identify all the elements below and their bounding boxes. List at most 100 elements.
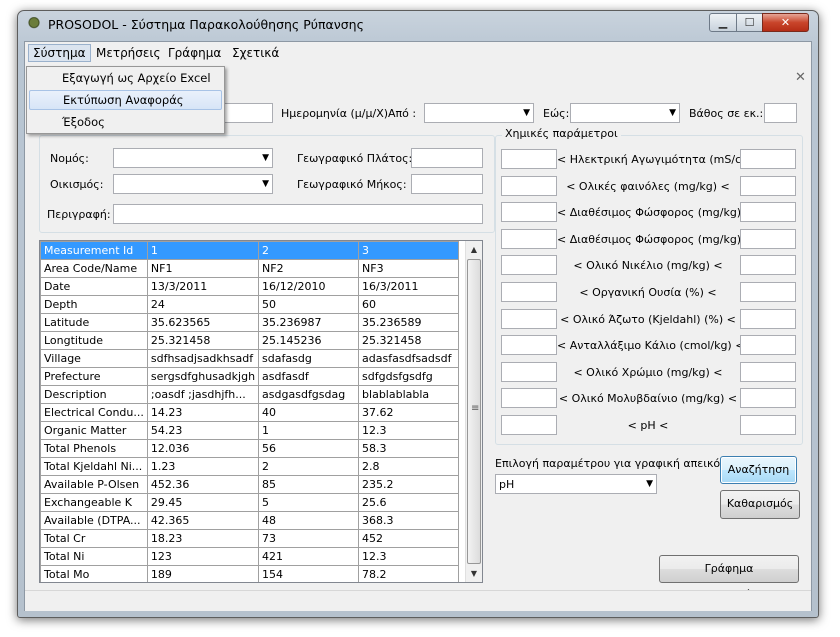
table-cell[interactable]: 12.3 [358,547,460,566]
table-cell[interactable]: 2 [258,241,360,260]
maximize-button[interactable]: ☐ [736,13,763,32]
table-cell[interactable]: sdfhsadjsadkhsadf [146,349,260,368]
close-tab-icon[interactable]: ✕ [795,70,806,85]
param-min-input[interactable] [501,149,557,169]
table-cell[interactable]: 60 [358,295,460,314]
table-cell[interactable]: sdfgdsfgsdfg [358,367,460,386]
scroll-thumb[interactable]: ≡ [467,259,481,564]
menu-print-report[interactable]: Εκτύπωση Αναφοράς [29,90,222,110]
row-header-cell[interactable]: Total Mo [40,565,148,582]
table-row[interactable]: Total Mo 189 154 78.2 [40,565,460,582]
scroll-up-icon[interactable]: ▲ [466,241,482,258]
title-bar[interactable]: PROSODOL - Σύστημα Παρακολούθησης Ρύπανσ… [18,11,818,37]
grid-vertical-scrollbar[interactable]: ▲ ≡ ▼ [465,241,482,582]
table-cell[interactable]: 2 [258,457,360,476]
table-row[interactable]: Exchangeable K 29.45 5 25.6 [40,493,460,512]
table-cell[interactable]: NF3 [358,259,460,278]
row-header-cell[interactable]: Exchangeable K [40,493,148,512]
table-cell[interactable]: 78.2 [358,565,460,582]
table-row[interactable]: Prefecture sergsdfghusadkjgh asdfasdf sdfgd… [40,367,460,386]
param-max-input[interactable] [740,309,796,329]
table-cell[interactable]: sdafasdg [258,349,360,368]
row-header-cell[interactable]: Depth [40,295,148,314]
table-cell[interactable]: 58.3 [358,439,460,458]
graph-param-combo[interactable]: pH ▼ [495,474,657,494]
param-max-input[interactable] [740,149,796,169]
table-cell[interactable]: 1.23 [146,457,260,476]
table-cell[interactable]: 25.321458 [146,331,260,350]
param-max-input[interactable] [740,362,796,382]
table-cell[interactable]: 1 [146,241,260,260]
table-row[interactable]: Longtitude 25.321458 25.145236 25.321458 [40,331,460,350]
table-cell[interactable]: 25.321458 [358,331,460,350]
scroll-down-icon[interactable]: ▼ [466,565,482,582]
table-cell[interactable]: ;oasdf ;jasdhjfh... [146,385,260,404]
table-cell[interactable]: blablablabla [358,385,460,404]
village-combo[interactable]: ▼ [113,174,273,194]
param-max-input[interactable] [740,282,796,302]
row-header-cell[interactable]: Village [40,349,148,368]
table-cell[interactable]: 12.3 [358,421,460,440]
measurements-grid[interactable]: Measurement Id 1 2 3 Area Code/Name NF1 NF2 NF3… [39,240,483,583]
longitude-input[interactable] [411,174,483,194]
row-header-cell[interactable]: Longtitude [40,331,148,350]
table-cell[interactable]: 85 [258,475,360,494]
clear-button[interactable]: Καθαρισμός [720,490,800,519]
table-row[interactable]: Total Ni 123 421 12.3 [40,547,460,566]
param-max-input[interactable] [740,415,796,435]
menu-export-excel[interactable]: Εξαγωγή ως Αρχείο Excel [29,68,222,88]
param-min-input[interactable] [501,229,557,249]
table-cell[interactable]: asdgasdfgsdag [258,385,360,404]
table-row[interactable]: Organic Matter 54.23 1 12.3 [40,421,460,440]
row-header-cell[interactable]: Total Cr [40,529,148,548]
param-max-input[interactable] [740,335,796,355]
table-cell[interactable]: 16/12/2010 [258,277,360,296]
table-row[interactable]: Electrical Condu... 14.23 40 37.62 [40,403,460,422]
table-row[interactable]: Measurement Id 1 2 3 [40,241,460,260]
table-cell[interactable]: 452.36 [146,475,260,494]
row-header-cell[interactable]: Measurement Id [40,241,148,260]
table-cell[interactable]: 25.145236 [258,331,360,350]
date-to-picker[interactable]: ▼ [570,103,680,123]
table-cell[interactable]: adasfasdfsadsdf [358,349,460,368]
table-cell[interactable]: 35.623565 [146,313,260,332]
table-row[interactable]: Date 13/3/2011 16/12/2010 16/3/2011 [40,277,460,296]
table-cell[interactable]: 16/3/2011 [358,277,460,296]
table-cell[interactable]: 13/3/2011 [146,277,260,296]
table-cell[interactable]: sergsdfghusadkjgh [146,367,260,386]
table-cell[interactable]: 421 [258,547,360,566]
param-max-input[interactable] [740,388,796,408]
param-min-input[interactable] [501,362,557,382]
table-cell[interactable]: asdfasdf [258,367,360,386]
row-header-cell[interactable]: Available (DTPA... [40,511,148,530]
table-cell[interactable]: 48 [258,511,360,530]
table-row[interactable]: Total Kjeldahl Ni... 1.23 2 2.8 [40,457,460,476]
area-code-input[interactable] [221,103,273,123]
table-cell[interactable]: 368.3 [358,511,460,530]
param-max-input[interactable] [740,255,796,275]
table-cell[interactable]: 154 [258,565,360,582]
param-min-input[interactable] [501,255,557,275]
table-cell[interactable]: 189 [146,565,260,582]
table-row[interactable]: Available (DTPA... 42.365 48 368.3 [40,511,460,530]
table-cell[interactable]: 1 [258,421,360,440]
row-header-cell[interactable]: Area Code/Name [40,259,148,278]
latitude-input[interactable] [411,148,483,168]
param-min-input[interactable] [501,415,557,435]
param-max-input[interactable] [740,229,796,249]
menu-system[interactable]: Σύστημα [28,44,91,62]
param-min-input[interactable] [501,282,557,302]
param-max-input[interactable] [740,202,796,222]
results-chart-button[interactable]: Γράφημα αποτελεσμάτων [659,555,799,601]
table-cell[interactable]: 35.236589 [358,313,460,332]
table-cell[interactable]: 18.23 [146,529,260,548]
menu-measurements[interactable]: Μετρήσεις [92,45,164,61]
table-row[interactable]: Depth 24 50 60 [40,295,460,314]
table-cell[interactable]: NF2 [258,259,360,278]
table-cell[interactable]: 5 [258,493,360,512]
table-cell[interactable]: 29.45 [146,493,260,512]
table-row[interactable]: Total Cr 18.23 73 452 [40,529,460,548]
param-min-input[interactable] [501,309,557,329]
table-row[interactable]: Village sdfhsadjsadkhsadf sdafasdg adasfasd… [40,349,460,368]
row-header-cell[interactable]: Available P-Olsen [40,475,148,494]
